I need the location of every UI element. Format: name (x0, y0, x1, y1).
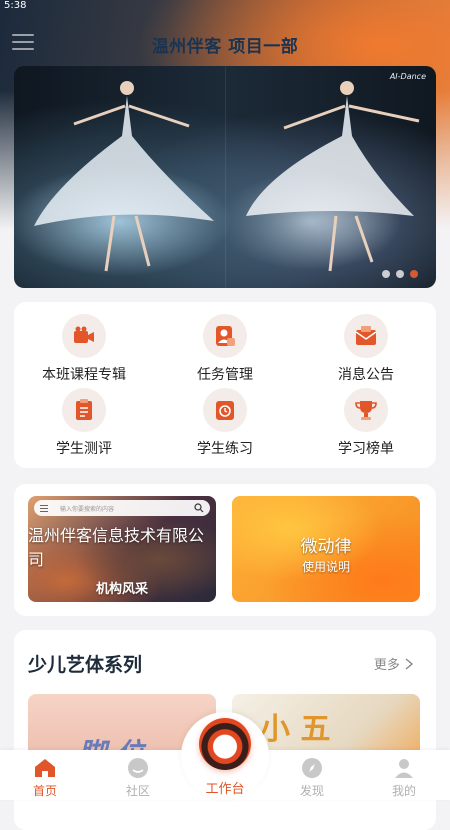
banner-carousel[interactable]: AI-Dance (14, 66, 436, 288)
feature-grid: 本班课程专辑 任务管理 消息公告 学生测评 学生练习 学习榜单 (14, 302, 436, 468)
grid-item-leaderboard[interactable]: 学习榜单 (296, 388, 436, 458)
grid-item-task-management[interactable]: 任务管理 (155, 314, 295, 384)
trophy-icon (344, 388, 388, 432)
community-icon (126, 756, 150, 780)
grid-item-student-evaluation[interactable]: 学生测评 (14, 388, 154, 458)
more-link[interactable]: 更多 (374, 654, 414, 673)
carousel-dot-active[interactable] (410, 270, 418, 278)
section-title: 少儿艺体系列 (28, 654, 143, 676)
promo-institution[interactable]: 输入你要搜索的内容 温州伴客信息技术有限公司 机构风采 (28, 496, 216, 602)
video-camera-icon (62, 314, 106, 358)
tab-community[interactable]: 社区 (98, 750, 178, 799)
carousel-dot[interactable] (396, 270, 404, 278)
promo-weidonglv-subtitle: 使用说明 (301, 560, 350, 574)
tab-home[interactable]: 首页 (5, 750, 85, 799)
grid-item-course-album[interactable]: 本班课程专辑 (14, 314, 154, 384)
tab-workbench-label: 工作台 (205, 782, 245, 797)
status-time: 5:38 (4, 0, 27, 11)
page-title: 温州伴客 项目一部 (151, 37, 299, 57)
user-task-icon (203, 314, 247, 358)
workbench-button[interactable] (199, 718, 251, 770)
home-icon (33, 756, 57, 780)
carousel-dot[interactable] (382, 270, 390, 278)
search-icon (194, 503, 204, 513)
promo-institution-label: 机构风采 (95, 582, 148, 597)
grid-item-announcements[interactable]: 消息公告 (296, 314, 436, 384)
banner-tag: AI-Dance (389, 72, 426, 81)
envelope-icon (344, 314, 388, 358)
clipboard-icon (62, 388, 106, 432)
user-icon (392, 756, 416, 780)
mini-menu-icon (40, 505, 48, 514)
practice-icon (203, 388, 247, 432)
mini-search-bar: 输入你要搜索的内容 (34, 500, 210, 516)
promo-weidonglv-title: 微动律 (300, 537, 352, 557)
chevron-right-icon (405, 658, 414, 670)
tab-discover[interactable]: 发现 (272, 750, 352, 799)
grid-item-student-practice[interactable]: 学生练习 (155, 388, 295, 458)
promo-weidonglv[interactable]: 微动律 使用说明 (232, 496, 420, 602)
company-name: 温州伴客信息技术有限公司 (28, 526, 205, 569)
compass-icon (300, 756, 324, 780)
tab-mine[interactable]: 我的 (364, 750, 444, 799)
promo-section: 输入你要搜索的内容 温州伴客信息技术有限公司 机构风采 微动律 使用说明 (14, 484, 436, 616)
carousel-dots[interactable] (382, 270, 418, 278)
